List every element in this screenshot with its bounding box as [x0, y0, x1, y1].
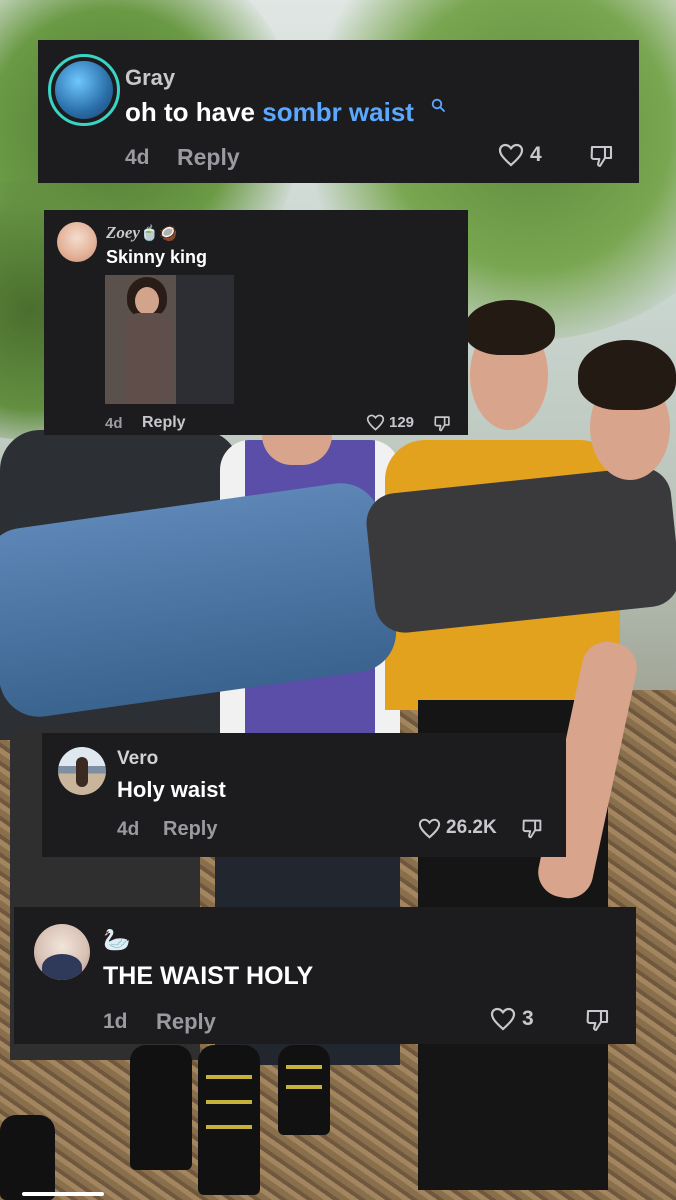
like-button[interactable]: 26.2K — [418, 817, 497, 839]
comment-username[interactable]: Vero — [117, 748, 158, 770]
video-progress-bar[interactable] — [22, 1192, 104, 1196]
username-emoji: 🍵🥥 — [139, 226, 178, 242]
boot — [0, 1115, 55, 1200]
comment-image[interactable] — [105, 275, 234, 404]
comment-text: oh to have sombr waist — [125, 97, 414, 128]
heart-icon — [366, 414, 385, 431]
comment-text: THE WAIST HOLY — [103, 962, 314, 990]
comment-username[interactable]: Gray — [125, 65, 175, 91]
comment-age: 4d — [125, 146, 150, 169]
comment-card-vero: Vero Holy waist 4d Reply 26.2K — [42, 733, 566, 857]
person-yellow-hair — [465, 300, 555, 355]
avatar[interactable] — [34, 924, 90, 980]
like-count: 4 — [530, 143, 542, 166]
avatar[interactable] — [48, 54, 120, 126]
comment-username[interactable]: 🦢 — [103, 927, 130, 953]
image-person-dress — [125, 313, 171, 404]
thumbs-down-icon[interactable] — [585, 1008, 611, 1032]
avatar[interactable] — [58, 747, 106, 795]
comment-age: 4d — [105, 415, 123, 432]
image-person-face — [135, 287, 159, 315]
boot — [278, 1045, 330, 1135]
reply-button[interactable]: Reply — [163, 818, 217, 841]
reply-button[interactable]: Reply — [156, 1009, 216, 1035]
thumbs-down-icon[interactable] — [589, 144, 615, 168]
reply-button[interactable]: Reply — [177, 144, 240, 171]
boot — [198, 1045, 260, 1195]
thumbs-down-icon[interactable] — [521, 818, 544, 839]
avatar-figure — [42, 954, 82, 980]
avatar-figure — [76, 757, 88, 787]
comment-text: Skinny king — [106, 247, 208, 267]
comment-text: Holy waist — [117, 777, 226, 802]
thumbs-down-icon[interactable] — [433, 415, 452, 432]
heart-icon — [498, 143, 524, 167]
like-count: 3 — [522, 1007, 534, 1030]
carried-person-hair — [578, 340, 676, 410]
like-button[interactable]: 3 — [490, 1007, 534, 1031]
like-button[interactable]: 129 — [366, 414, 414, 431]
avatar[interactable] — [57, 222, 97, 262]
like-button[interactable]: 4 — [498, 143, 542, 167]
reply-button[interactable]: Reply — [142, 414, 186, 432]
boot — [130, 1045, 192, 1170]
comment-card-zoey: Zoey🍵🥥 Skinny king 4d Reply 129 — [44, 210, 468, 435]
like-count: 26.2K — [446, 817, 497, 838]
comment-age: 4d — [117, 819, 140, 840]
search-link[interactable]: sombr waist — [262, 97, 414, 127]
comment-card-swan: 🦢 THE WAIST HOLY 1d Reply 3 — [14, 907, 636, 1044]
comment-username[interactable]: Zoey🍵🥥 — [106, 223, 177, 243]
comment-text-plain: oh to have — [125, 97, 263, 127]
like-count: 129 — [389, 414, 415, 431]
comment-age: 1d — [103, 1010, 128, 1033]
heart-icon — [490, 1007, 516, 1031]
heart-icon — [418, 818, 441, 839]
comment-card-gray: Gray oh to have sombr waist 4d Reply 4 — [38, 40, 639, 183]
search-icon[interactable] — [431, 98, 445, 112]
